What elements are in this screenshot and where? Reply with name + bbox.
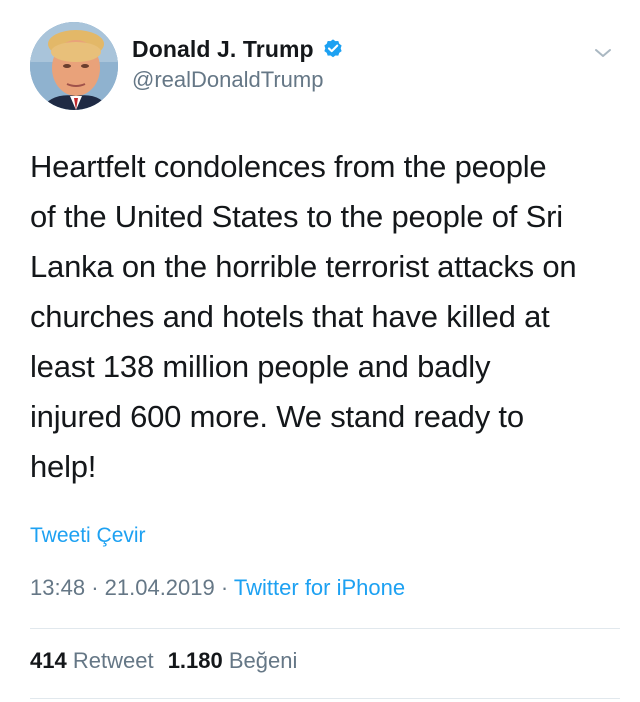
tweet-card: Donald J. Trump @realDonaldTrump Heartfe… — [0, 0, 640, 702]
handle[interactable]: @realDonaldTrump — [132, 67, 344, 93]
tweet-date[interactable]: 21.04.2019 — [105, 575, 215, 600]
like-label: Beğeni — [228, 648, 298, 673]
avatar-image — [30, 22, 118, 110]
verified-badge-icon — [322, 38, 344, 60]
tweet-time[interactable]: 13:48 — [30, 575, 85, 600]
retweet-count: 414 — [30, 648, 67, 673]
author-names: Donald J. Trump @realDonaldTrump — [132, 34, 344, 93]
tweet-stats-row: 414 Retweet 1.180 Beğeni — [30, 648, 297, 674]
chevron-down-icon[interactable] — [592, 42, 614, 64]
tweet-source-link[interactable]: Twitter for iPhone — [234, 575, 405, 600]
divider — [30, 698, 620, 699]
avatar[interactable] — [30, 22, 118, 110]
retweet-label: Retweet — [72, 648, 154, 673]
tweet-header: Donald J. Trump @realDonaldTrump — [30, 22, 620, 112]
likes-stat[interactable]: 1.180 Beğeni — [168, 648, 298, 673]
meta-separator: · — [91, 575, 99, 600]
like-count: 1.180 — [167, 648, 223, 673]
tweet-text: Heartfelt condolences from the people of… — [30, 149, 577, 484]
display-name-row: Donald J. Trump — [132, 34, 344, 64]
tweet-timestamp-row: 13:48 · 21.04.2019 · Twitter for iPhone — [30, 575, 405, 601]
meta-separator: · — [220, 575, 229, 600]
display-name[interactable]: Donald J. Trump — [132, 36, 314, 63]
retweets-stat[interactable]: 414 Retweet — [30, 648, 154, 673]
divider — [30, 628, 620, 629]
translate-tweet-link[interactable]: Tweeti Çevir — [30, 524, 146, 548]
